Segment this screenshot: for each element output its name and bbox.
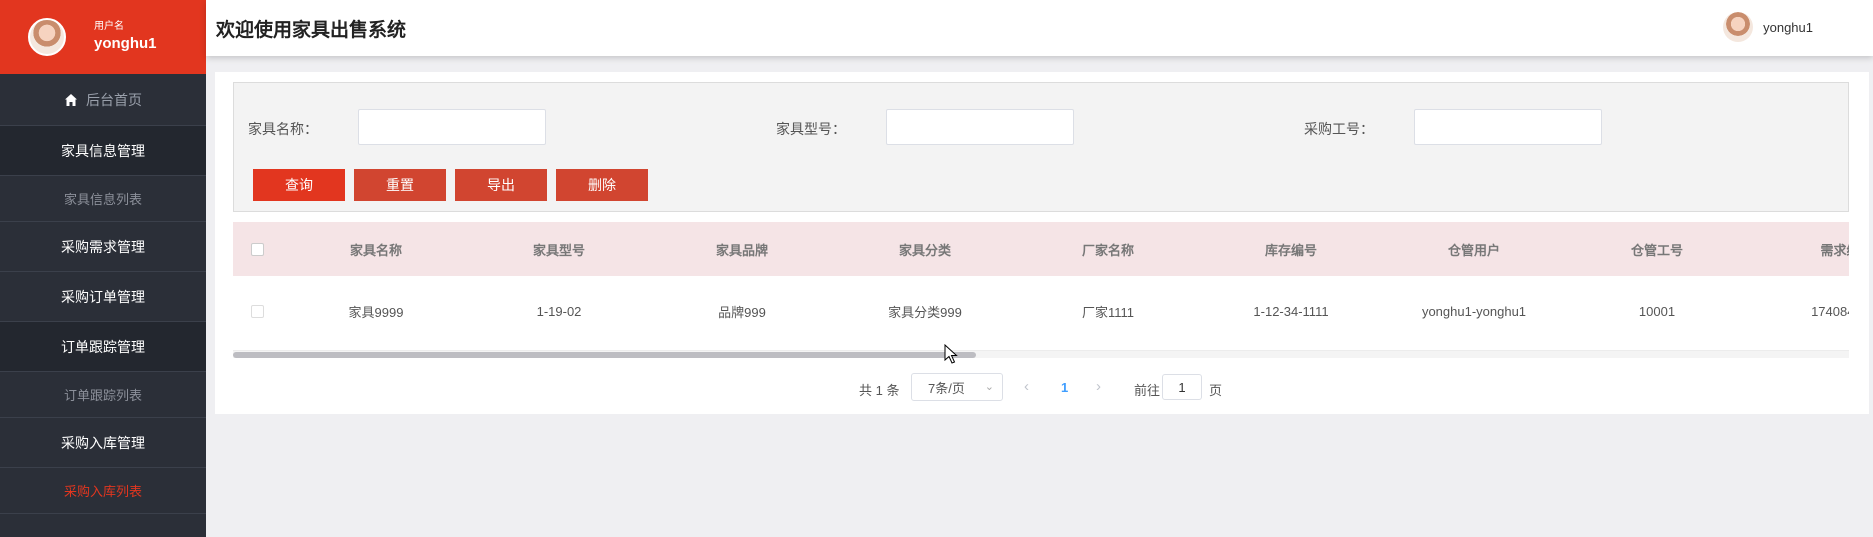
next-page-icon[interactable]: › xyxy=(1096,378,1101,395)
sidebar-item-furniture-list[interactable]: 家具信息列表 xyxy=(0,176,206,222)
user-label: 用户名 xyxy=(94,21,124,32)
goto-label: 前往 xyxy=(1134,383,1161,398)
column-header[interactable]: 厂家名称 xyxy=(1028,222,1188,276)
main-card: 家具名称： 家具型号： 采购工号： 查询 重置 导出 删除 家具名称 家具型号 … xyxy=(215,72,1869,414)
worker-input[interactable] xyxy=(1414,109,1602,145)
avatar[interactable] xyxy=(28,18,66,56)
prev-page-icon[interactable]: ‹ xyxy=(1024,378,1029,395)
export-button[interactable]: 导出 xyxy=(455,169,547,201)
page-suffix: 页 xyxy=(1209,383,1223,398)
column-header[interactable]: 库存编号 xyxy=(1211,222,1371,276)
sidebar: 用户名 yonghu1 后台首页 家具信息管理 家具信息列表 采购需求管理 采购… xyxy=(0,0,206,537)
sidebar-item-label: 采购入库管理 xyxy=(61,434,145,451)
sidebar-item-purchase-storage-list[interactable]: 采购入库列表 xyxy=(0,468,206,514)
column-header[interactable]: 家具品牌 xyxy=(662,222,822,276)
table-row[interactable]: 家具9999 1-19-02 品牌999 家具分类999 厂家1111 1-12… xyxy=(233,276,1849,346)
column-header[interactable]: 需求编 xyxy=(1760,222,1849,276)
goto-page-input[interactable] xyxy=(1162,374,1202,400)
table-cell: 家具9999 xyxy=(348,304,404,320)
table-header: 家具名称 家具型号 家具品牌 家具分类 厂家名称 库存编号 仓管用户 仓管工号 … xyxy=(233,222,1849,276)
page-title: 欢迎使用家具出售系统 xyxy=(216,20,407,41)
column-header[interactable]: 仓管用户 xyxy=(1394,222,1554,276)
sidebar-item-label: 订单跟踪列表 xyxy=(63,388,142,403)
sidebar-item-order-tracking[interactable]: 订单跟踪管理 xyxy=(0,322,206,372)
home-icon xyxy=(65,93,77,106)
pagination: 共 1 条 7条/页 ⌄ ‹ 1 › 前往 页 xyxy=(215,372,1869,404)
mouse-cursor-icon xyxy=(944,344,958,364)
sidebar-item-label: 订单跟踪管理 xyxy=(61,338,145,355)
table-cell: 1-19-02 xyxy=(536,303,582,319)
page-size-select[interactable]: 7条/页 ⌄ xyxy=(911,373,1003,401)
sidebar-item-label: 后台首页 xyxy=(86,91,142,108)
query-button[interactable]: 查询 xyxy=(253,169,345,201)
delete-button[interactable]: 删除 xyxy=(556,169,648,201)
data-table: 家具名称 家具型号 家具品牌 家具分类 厂家名称 库存编号 仓管用户 仓管工号 … xyxy=(233,222,1849,362)
sidebar-item-label: 家具信息管理 xyxy=(61,142,145,159)
model-label: 家具型号： xyxy=(776,121,846,137)
page-size-value: 7条/页 xyxy=(928,380,965,396)
table-cell: yonghu1-yonghu1 xyxy=(1421,303,1527,319)
page-number-current[interactable]: 1 xyxy=(1061,380,1068,395)
reset-button[interactable]: 重置 xyxy=(354,169,446,201)
sidebar-item-furniture-info[interactable]: 家具信息管理 xyxy=(0,126,206,176)
table-cell: 1-12-34-1111 xyxy=(1253,303,1329,319)
top-username[interactable]: yonghu1 xyxy=(1763,20,1813,35)
table-cell: 品牌999 xyxy=(718,304,766,320)
table-cell: 17408408 xyxy=(1811,303,1849,319)
select-all-checkbox[interactable] xyxy=(251,243,264,256)
table-cell: 10001 xyxy=(1638,303,1676,319)
sidebar-item-label: 采购入库列表 xyxy=(63,484,142,499)
column-header[interactable]: 家具名称 xyxy=(296,222,456,276)
avatar[interactable] xyxy=(1723,12,1754,42)
name-label: 家具名称： xyxy=(248,121,318,137)
sidebar-item-purchase-demand[interactable]: 采购需求管理 xyxy=(0,222,206,272)
top-user-menu[interactable]: yonghu1 xyxy=(1723,12,1813,42)
name-input[interactable] xyxy=(358,109,546,145)
sidebar-item-purchase-order[interactable]: 采购订单管理 xyxy=(0,272,206,322)
table-cell: 厂家1111 xyxy=(1081,304,1135,320)
sidebar-item-label: 家具信息列表 xyxy=(63,192,142,207)
column-header[interactable]: 家具型号 xyxy=(479,222,639,276)
topbar: 欢迎使用家具出售系统 yonghu1 xyxy=(206,0,1873,56)
model-input[interactable] xyxy=(886,109,1074,145)
user-info: 用户名 yonghu1 xyxy=(94,20,157,54)
row-checkbox[interactable] xyxy=(251,305,264,318)
user-block: 用户名 yonghu1 xyxy=(0,0,206,74)
chevron-down-icon: ⌄ xyxy=(984,381,994,393)
scrollbar-thumb[interactable] xyxy=(233,352,977,358)
worker-label: 采购工号： xyxy=(1304,121,1374,137)
column-header[interactable]: 家具分类 xyxy=(845,222,1005,276)
column-header[interactable]: 仓管工号 xyxy=(1577,222,1737,276)
sidebar-item-order-tracking-list[interactable]: 订单跟踪列表 xyxy=(0,372,206,418)
sidebar-item-home[interactable]: 后台首页 xyxy=(0,74,206,126)
total-count: 共 1 条 xyxy=(859,383,900,398)
user-name: yonghu1 xyxy=(94,35,157,52)
sidebar-item-label: 采购订单管理 xyxy=(61,288,145,305)
sidebar-item-label: 采购需求管理 xyxy=(61,238,145,255)
horizontal-scrollbar[interactable] xyxy=(233,350,1849,358)
table-cell: 家具分类999 xyxy=(888,304,962,320)
sidebar-item-purchase-storage[interactable]: 采购入库管理 xyxy=(0,418,206,468)
search-panel: 家具名称： 家具型号： 采购工号： 查询 重置 导出 删除 xyxy=(233,82,1849,212)
